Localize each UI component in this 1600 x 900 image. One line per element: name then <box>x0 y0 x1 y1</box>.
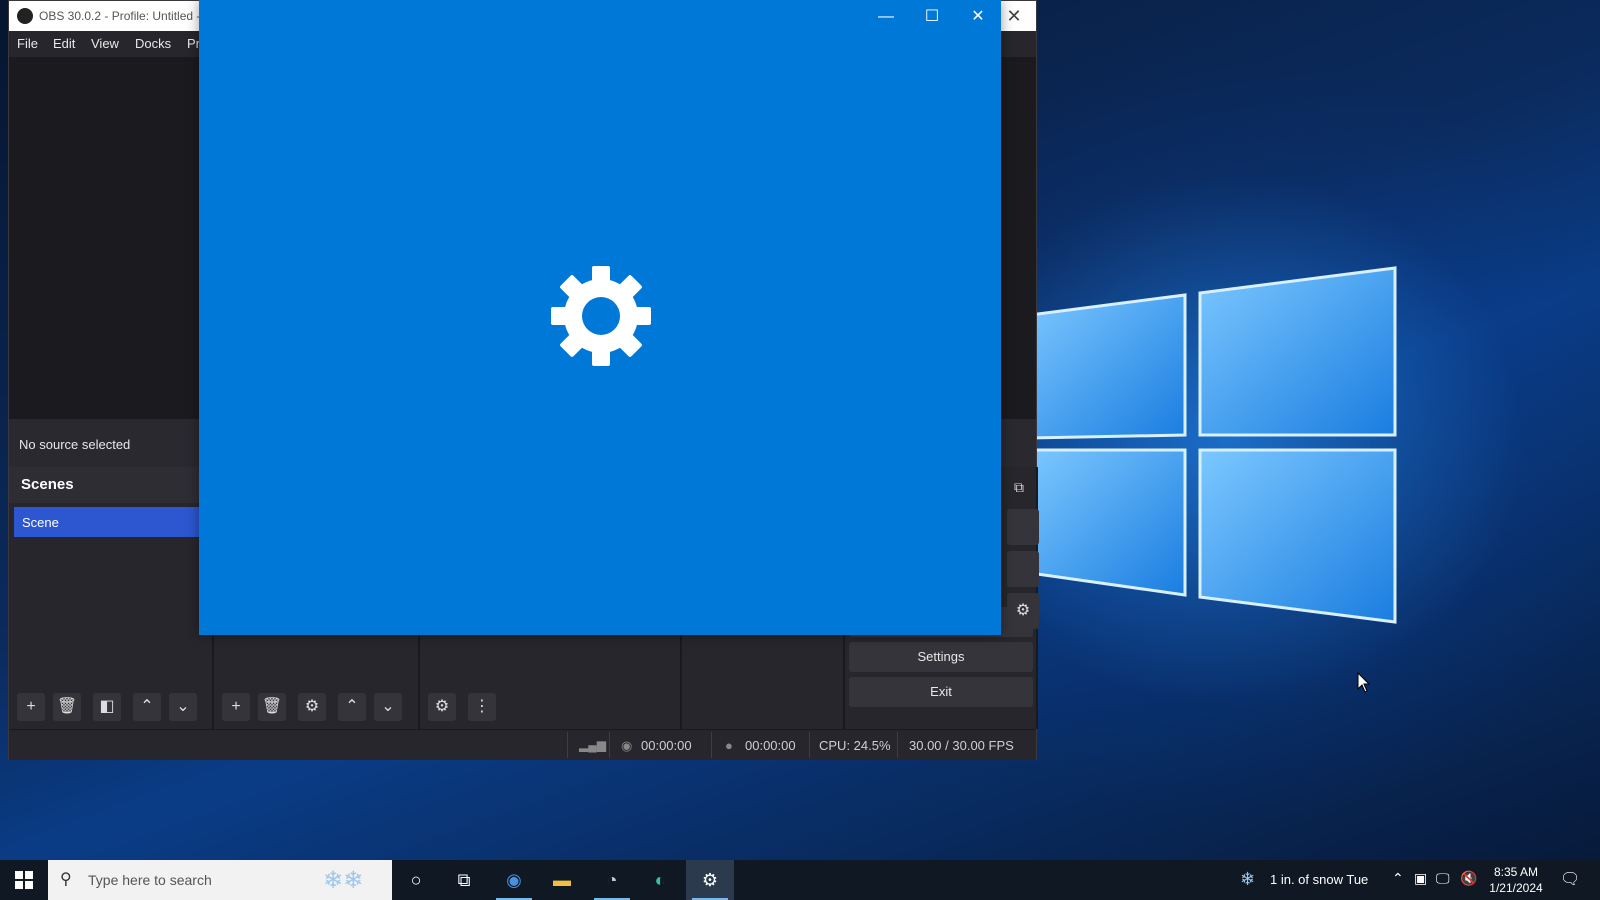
sources-toolbar: + 🗑 ⚙ ⌃ ⌄ <box>214 689 418 725</box>
edge-icon[interactable]: ◐ <box>636 860 684 900</box>
settings-taskbar-icon[interactable]: ⚙ <box>686 860 734 900</box>
network-signal-icon: ▂▄▆ <box>579 738 606 752</box>
settings-button[interactable]: Settings <box>849 642 1033 672</box>
search-placeholder: Type here to search <box>88 872 212 888</box>
settings-splash-window: — ☐ ✕ <box>199 0 1001 635</box>
dock-undock-icon[interactable]: ⧉ <box>1014 479 1024 496</box>
advanced-audio-button[interactable]: ⚙ <box>428 693 456 721</box>
controls-start-streaming-button[interactable] <box>1007 509 1039 545</box>
search-icon: ⚲ <box>60 871 72 888</box>
splash-minimize-button[interactable]: — <box>863 0 909 34</box>
remove-source-button[interactable]: 🗑 <box>258 693 286 721</box>
menu-edit[interactable]: Edit <box>53 36 75 51</box>
status-separator <box>567 732 568 758</box>
stream-status-icon: ◉ <box>621 738 633 753</box>
scene-list-item[interactable]: Scene <box>14 507 204 537</box>
controls-settings-gear-icon[interactable]: ⚙ <box>1007 593 1039 629</box>
add-scene-button[interactable]: + <box>17 693 45 721</box>
obs-taskbar-icon[interactable]: ◔ <box>588 860 636 900</box>
cpu-usage: CPU: 24.5% <box>819 738 891 753</box>
move-source-down-button[interactable]: ⌄ <box>374 693 402 721</box>
add-source-button[interactable]: + <box>222 693 250 721</box>
obs-window-title: OBS 30.0.2 - Profile: Untitled - <box>39 9 201 23</box>
mixer-menu-button[interactable]: ⋮ <box>468 693 496 721</box>
file-explorer-icon[interactable]: ▬ <box>538 860 586 900</box>
move-scene-up-button[interactable]: ⌃ <box>133 693 161 721</box>
source-properties-button[interactable]: ⚙ <box>298 693 326 721</box>
scenes-dock-header: Scenes <box>9 467 212 503</box>
scenes-dock: Scenes Scene + 🗑 ◧ ⌃ ⌄ <box>9 467 214 729</box>
volume-muted-icon[interactable]: 🔇 <box>1460 870 1477 887</box>
exit-button[interactable]: Exit <box>849 677 1033 707</box>
mixer-toolbar: ⚙ ⋮ <box>420 689 680 725</box>
move-source-up-button[interactable]: ⌃ <box>338 693 366 721</box>
menu-docks[interactable]: Docks <box>135 36 171 51</box>
move-scene-down-button[interactable]: ⌄ <box>169 693 197 721</box>
network-icon[interactable]: 🖵 <box>1436 870 1450 887</box>
taskbar: ⚲ Type here to search ❄❄ ○ ⧉ ◉ ▬ ◔ ◐ ⚙ ❄… <box>0 860 1600 900</box>
snowflake-decoration-icon: ❄❄ <box>323 867 364 894</box>
scenes-toolbar: + 🗑 ◧ ⌃ ⌄ <box>9 689 212 725</box>
status-separator <box>609 732 610 758</box>
status-separator <box>809 732 810 758</box>
menu-view[interactable]: View <box>91 36 119 51</box>
obs-statusbar: ▂▄▆ ◉ 00:00:00 ● 00:00:00 CPU: 24.5% 30.… <box>9 729 1036 760</box>
remove-scene-button[interactable]: 🗑 <box>53 693 81 721</box>
splash-maximize-button[interactable]: ☐ <box>909 0 955 34</box>
clock-date: 1/21/2024 <box>1489 881 1543 895</box>
status-separator <box>711 732 712 758</box>
taskbar-search-box[interactable]: ⚲ Type here to search ❄❄ <box>48 860 392 900</box>
start-button[interactable] <box>0 860 48 900</box>
record-status-icon: ● <box>725 738 733 753</box>
windows-start-icon <box>15 871 33 889</box>
obs-logo-icon <box>17 8 33 24</box>
scene-item-label: Scene <box>22 515 59 530</box>
action-center-icon[interactable]: 🗨 <box>1560 869 1580 889</box>
cortana-icon[interactable]: ○ <box>392 860 440 900</box>
clock-time: 8:35 AM <box>1493 865 1539 879</box>
task-view-icon[interactable]: ⧉ <box>440 860 488 900</box>
scenes-dock-title: Scenes <box>21 476 74 493</box>
record-timer: 00:00:00 <box>745 738 796 753</box>
mouse-cursor-icon <box>1357 672 1371 693</box>
chrome-icon[interactable]: ◉ <box>490 860 538 900</box>
weather-snow-icon: ❄ <box>1240 869 1256 889</box>
menu-file[interactable]: File <box>17 36 38 51</box>
weather-text[interactable]: 1 in. of snow Tue <box>1270 872 1368 887</box>
meet-now-icon[interactable]: ▣ <box>1414 870 1427 887</box>
show-hidden-icons-chevron-icon[interactable]: ⌃ <box>1392 870 1404 887</box>
gear-icon <box>551 266 651 366</box>
windows-logo-wallpaper <box>1030 266 1397 624</box>
no-source-label: No source selected <box>19 437 131 452</box>
scene-filters-button[interactable]: ◧ <box>93 693 121 721</box>
stream-timer: 00:00:00 <box>641 738 692 753</box>
controls-start-recording-button[interactable] <box>1007 551 1039 587</box>
splash-close-button[interactable]: ✕ <box>955 0 1001 34</box>
status-separator <box>897 732 898 758</box>
taskbar-clock[interactable]: 8:35 AM 1/21/2024 <box>1486 864 1546 896</box>
fps-readout: 30.00 / 30.00 FPS <box>909 738 1014 753</box>
